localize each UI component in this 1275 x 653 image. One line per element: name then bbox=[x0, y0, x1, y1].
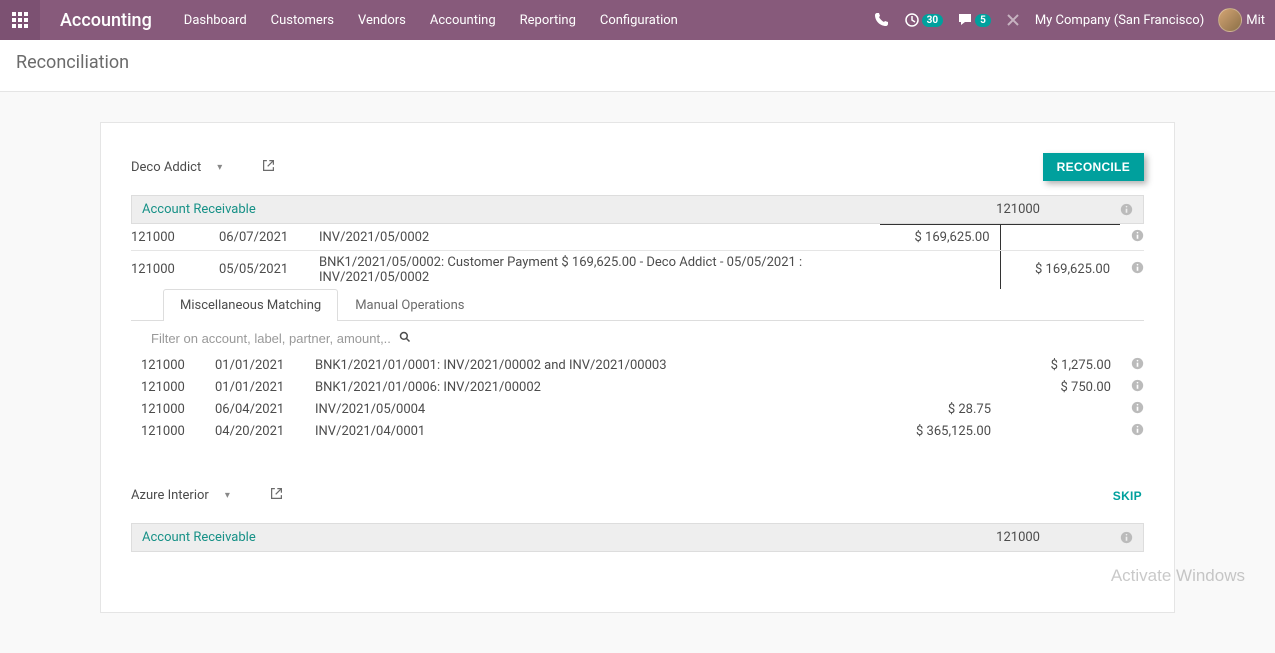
line-debit bbox=[880, 250, 1000, 289]
reconciliation-panel: Deco Addict ▾ RECONCILE Account Receivab… bbox=[100, 122, 1175, 613]
account-header: Account Receivable 121000 bbox=[131, 195, 1144, 224]
phone-icon[interactable] bbox=[874, 12, 890, 28]
chevron-down-icon: ▾ bbox=[211, 162, 252, 173]
line-date: 05/05/2021 bbox=[209, 250, 309, 289]
partner-name: Deco Addict bbox=[131, 160, 201, 175]
match-debit bbox=[881, 355, 1001, 377]
main-navbar: Accounting Dashboard Customers Vendors A… bbox=[0, 0, 1275, 40]
match-credit: $ 750.00 bbox=[1001, 377, 1121, 399]
match-date: 01/01/2021 bbox=[205, 377, 305, 399]
chevron-down-icon: ▾ bbox=[219, 490, 260, 501]
partner-name: Azure Interior bbox=[131, 488, 209, 503]
account-code: 121000 bbox=[996, 530, 1120, 545]
info-icon[interactable] bbox=[1120, 531, 1133, 544]
nav-right: 30 5 My Company (San Francisco) Mit bbox=[874, 8, 1275, 32]
timer-icon[interactable]: 30 bbox=[904, 12, 943, 28]
user-menu[interactable]: Mit bbox=[1218, 8, 1265, 32]
apps-button[interactable] bbox=[0, 0, 40, 40]
match-code: 121000 bbox=[131, 355, 205, 377]
nav-reporting[interactable]: Reporting bbox=[508, 0, 588, 40]
line-code: 121000 bbox=[131, 225, 209, 251]
table-row[interactable]: 121000 04/20/2021 INV/2021/04/0001 $ 365… bbox=[131, 421, 1144, 443]
account-title[interactable]: Account Receivable bbox=[142, 530, 256, 545]
user-short-name: Mit bbox=[1246, 13, 1265, 28]
line-info[interactable] bbox=[1120, 225, 1144, 251]
avatar bbox=[1218, 8, 1242, 32]
info-icon[interactable] bbox=[1120, 203, 1133, 216]
match-credit: $ 1,275.00 bbox=[1001, 355, 1121, 377]
match-debit: $ 365,125.00 bbox=[881, 421, 1001, 443]
partner-select[interactable]: Azure Interior ▾ bbox=[131, 487, 283, 504]
block-header: Azure Interior ▾ SKIP bbox=[131, 483, 1144, 509]
table-row[interactable]: 121000 05/05/2021 BNK1/2021/05/0002: Cus… bbox=[131, 250, 1144, 289]
block-header: Deco Addict ▾ RECONCILE bbox=[131, 153, 1144, 181]
nav-vendors[interactable]: Vendors bbox=[346, 0, 418, 40]
company-selector[interactable]: My Company (San Francisco) bbox=[1035, 13, 1204, 28]
main-content: Deco Addict ▾ RECONCILE Account Receivab… bbox=[0, 92, 1275, 653]
match-code: 121000 bbox=[131, 377, 205, 399]
table-row[interactable]: 121000 01/01/2021 BNK1/2021/01/0001: INV… bbox=[131, 355, 1144, 377]
skip-button[interactable]: SKIP bbox=[1111, 483, 1144, 509]
account-header: Account Receivable 121000 bbox=[131, 523, 1144, 552]
match-desc: INV/2021/04/0001 bbox=[305, 421, 881, 443]
table-row[interactable]: 121000 06/04/2021 INV/2021/05/0004 $ 28.… bbox=[131, 399, 1144, 421]
match-code: 121000 bbox=[131, 399, 205, 421]
match-info[interactable] bbox=[1121, 377, 1144, 399]
line-credit: $ 169,625.00 bbox=[1000, 250, 1120, 289]
account-title[interactable]: Account Receivable bbox=[142, 202, 256, 217]
external-link-icon[interactable] bbox=[270, 487, 283, 504]
match-lines-table: 121000 01/01/2021 BNK1/2021/01/0001: INV… bbox=[131, 355, 1144, 443]
line-date: 06/07/2021 bbox=[209, 225, 309, 251]
match-date: 01/01/2021 bbox=[205, 355, 305, 377]
reconcile-block: Azure Interior ▾ SKIP Account Receivable… bbox=[131, 483, 1144, 552]
reconcile-button[interactable]: RECONCILE bbox=[1043, 153, 1144, 181]
messages-badge: 5 bbox=[975, 14, 991, 27]
nav-configuration[interactable]: Configuration bbox=[588, 0, 690, 40]
reconcile-block: Deco Addict ▾ RECONCILE Account Receivab… bbox=[131, 153, 1144, 443]
line-info[interactable] bbox=[1120, 250, 1144, 289]
line-credit bbox=[1000, 225, 1120, 251]
nav-menu: Dashboard Customers Vendors Accounting R… bbox=[172, 0, 690, 40]
external-link-icon[interactable] bbox=[262, 159, 275, 176]
match-credit bbox=[1001, 399, 1121, 421]
table-row[interactable]: 121000 01/01/2021 BNK1/2021/01/0006: INV… bbox=[131, 377, 1144, 399]
match-credit bbox=[1001, 421, 1121, 443]
brand-title[interactable]: Accounting bbox=[40, 10, 172, 31]
line-code: 121000 bbox=[131, 250, 209, 289]
match-info[interactable] bbox=[1121, 355, 1144, 377]
table-row[interactable]: 121000 06/07/2021 INV/2021/05/0002 $ 169… bbox=[131, 225, 1144, 251]
match-date: 06/04/2021 bbox=[205, 399, 305, 421]
match-desc: BNK1/2021/01/0006: INV/2021/00002 bbox=[305, 377, 881, 399]
match-debit bbox=[881, 377, 1001, 399]
line-desc: INV/2021/05/0002 bbox=[309, 225, 880, 251]
line-desc: BNK1/2021/05/0002: Customer Payment $ 16… bbox=[309, 250, 880, 289]
breadcrumb-bar: Reconciliation bbox=[0, 40, 1275, 92]
match-date: 04/20/2021 bbox=[205, 421, 305, 443]
apps-grid-icon bbox=[12, 12, 28, 28]
nav-dashboard[interactable]: Dashboard bbox=[172, 0, 259, 40]
filter-row bbox=[131, 321, 1144, 355]
match-info[interactable] bbox=[1121, 399, 1144, 421]
match-info[interactable] bbox=[1121, 421, 1144, 443]
match-desc: INV/2021/05/0004 bbox=[305, 399, 881, 421]
account-code: 121000 bbox=[996, 202, 1120, 217]
tab-misc-matching[interactable]: Miscellaneous Matching bbox=[163, 289, 338, 321]
match-code: 121000 bbox=[131, 421, 205, 443]
match-debit: $ 28.75 bbox=[881, 399, 1001, 421]
nav-accounting[interactable]: Accounting bbox=[418, 0, 508, 40]
close-tray-icon[interactable] bbox=[1005, 12, 1021, 28]
line-debit: $ 169,625.00 bbox=[880, 225, 1000, 251]
search-icon[interactable] bbox=[399, 331, 411, 347]
page-title: Reconciliation bbox=[16, 52, 1259, 73]
filter-input[interactable] bbox=[151, 331, 391, 346]
tab-manual-operations[interactable]: Manual Operations bbox=[338, 289, 481, 321]
match-desc: BNK1/2021/01/0001: INV/2021/00002 and IN… bbox=[305, 355, 881, 377]
selected-lines-table: 121000 06/07/2021 INV/2021/05/0002 $ 169… bbox=[131, 224, 1144, 289]
tab-bar: Miscellaneous Matching Manual Operations bbox=[131, 289, 1144, 321]
messages-icon[interactable]: 5 bbox=[957, 12, 991, 28]
nav-customers[interactable]: Customers bbox=[259, 0, 346, 40]
timer-badge: 30 bbox=[922, 14, 943, 27]
partner-select[interactable]: Deco Addict ▾ bbox=[131, 159, 275, 176]
